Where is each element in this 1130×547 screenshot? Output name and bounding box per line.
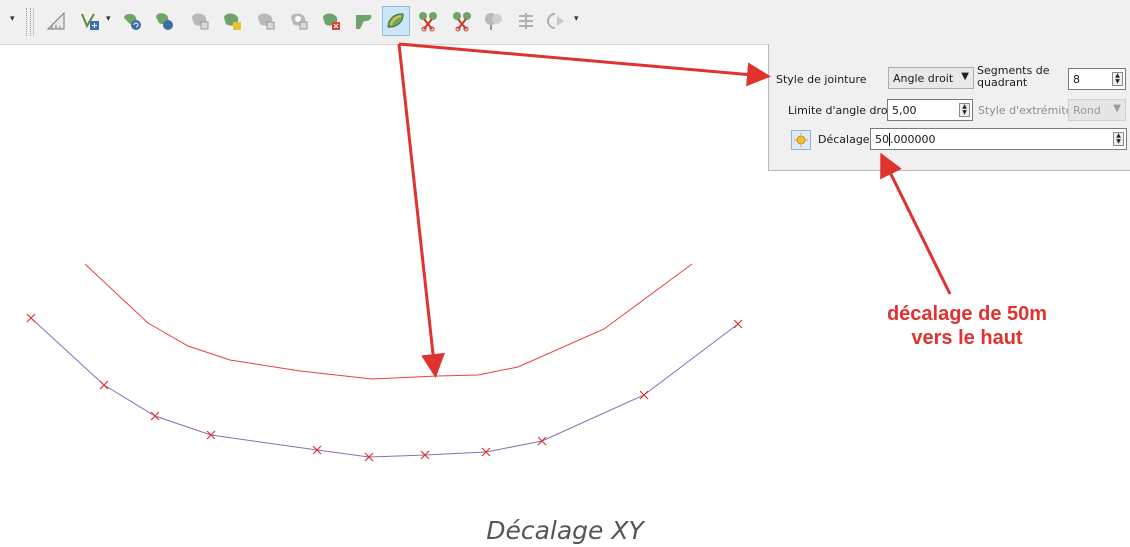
vertex-marker xyxy=(26,313,36,323)
annotation-line1: décalage de 50m xyxy=(886,303,1048,325)
offset-curve-line xyxy=(84,263,693,380)
map-canvas[interactable] xyxy=(0,0,1130,547)
annotation-line2: vers le haut xyxy=(911,327,1023,349)
figure-caption: Décalage XY xyxy=(486,516,644,545)
offset-annotation: décalage de 50m vers le haut xyxy=(842,302,1092,350)
vertex-markers xyxy=(26,313,743,462)
annotation-arrow-to-line xyxy=(397,43,445,378)
annotation-arrow-to-panel xyxy=(398,42,771,87)
vertex-marker xyxy=(99,380,109,390)
vertex-marker xyxy=(537,436,547,446)
vertex-marker xyxy=(639,390,649,400)
original-line xyxy=(30,317,739,458)
vertex-marker xyxy=(733,319,743,329)
vertex-marker xyxy=(150,411,160,421)
annotation-arrow-to-offset-field xyxy=(880,152,952,295)
